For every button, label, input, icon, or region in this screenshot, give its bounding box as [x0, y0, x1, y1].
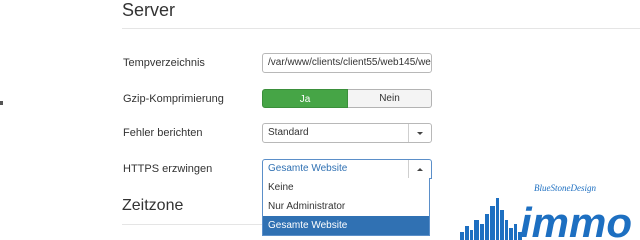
gzip-no-button[interactable]: Nein — [348, 89, 432, 108]
section-divider-timezone — [122, 224, 262, 225]
gzip-label: Gzip-Komprimierung — [123, 93, 224, 105]
section-divider — [122, 28, 640, 29]
section-title-server: Server — [122, 0, 176, 20]
https-value: Gesamte Website — [268, 163, 348, 174]
dropdown-option-none[interactable]: Keine — [263, 178, 429, 197]
section-title-timezone: Zeitzone — [122, 197, 184, 214]
gzip-yes-button[interactable]: Ja — [262, 89, 348, 108]
dropdown-option-entire-site[interactable]: Gesamte Website — [263, 216, 429, 235]
error-reporting-label: Fehler berichten — [123, 127, 203, 139]
https-label: HTTPS erzwingen — [123, 163, 213, 175]
logo-brand-small: BlueStoneDesign — [534, 184, 596, 193]
bluestone-immo-logo: BlueStoneDesign immo — [460, 184, 632, 240]
https-select[interactable]: Gesamte Website — [262, 159, 432, 179]
chevron-down-icon[interactable] — [408, 124, 431, 142]
dropdown-option-admin-only[interactable]: Nur Administrator — [263, 197, 429, 216]
error-reporting-value: Standard — [268, 127, 309, 138]
gzip-toggle[interactable]: Ja Nein — [262, 89, 432, 108]
logo-brand-large: immo — [520, 199, 632, 240]
temp-dir-label: Tempverzeichnis — [123, 57, 205, 69]
https-dropdown: Keine Nur Administrator Gesamte Website — [262, 178, 430, 236]
chevron-up-icon[interactable] — [408, 160, 431, 178]
temp-dir-input[interactable]: /var/www/clients/client55/web145/we — [262, 53, 432, 73]
error-reporting-select[interactable]: Standard — [262, 123, 432, 143]
edge-marker — [0, 101, 3, 105]
